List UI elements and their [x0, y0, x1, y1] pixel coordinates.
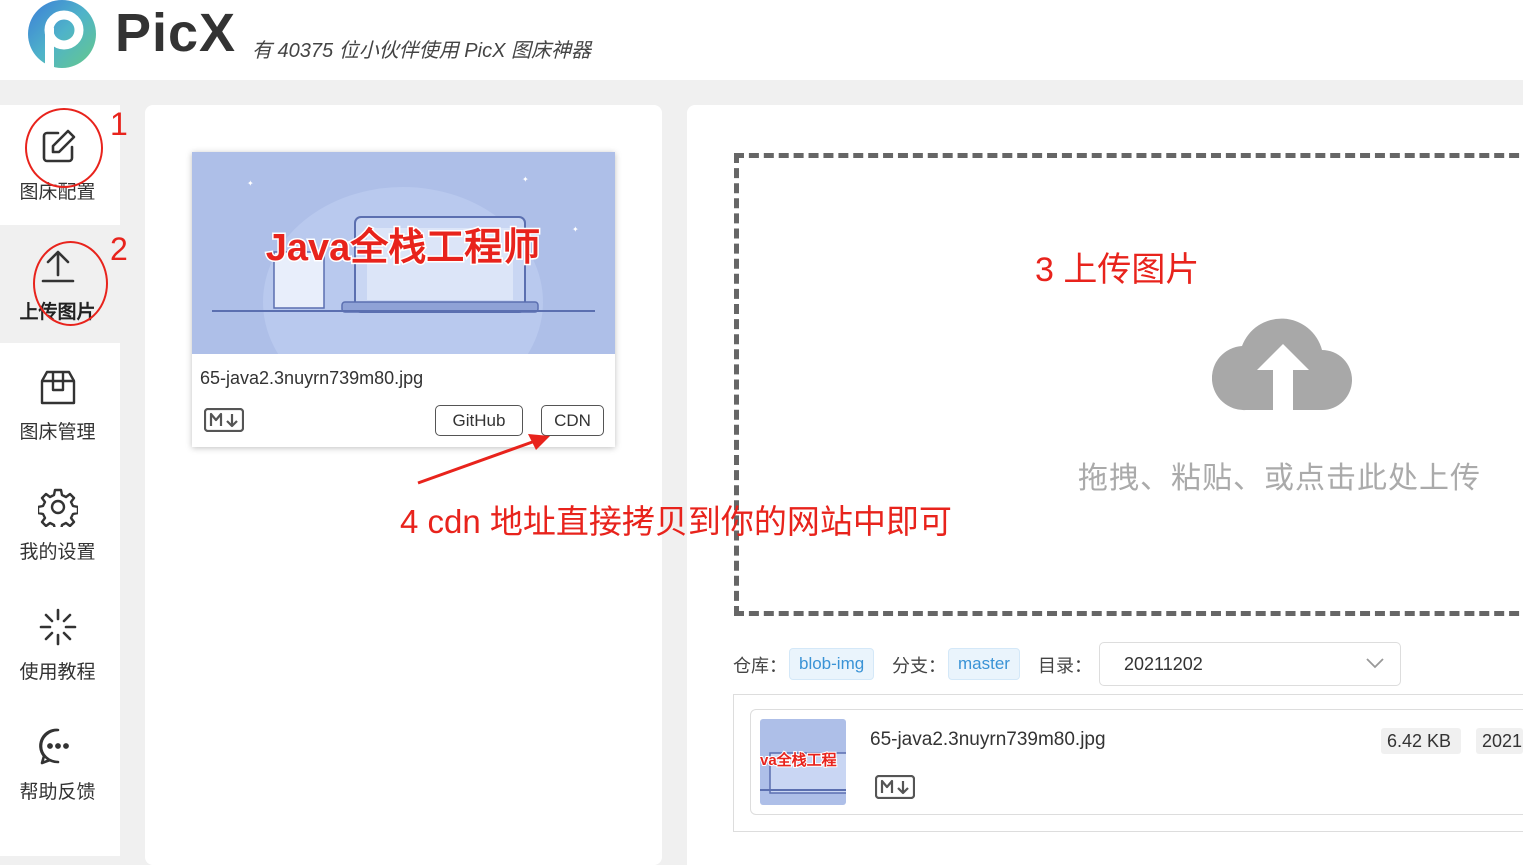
branch-label: 分支：	[892, 656, 946, 676]
picx-logo-icon[interactable]	[26, 0, 98, 70]
annotation-step-3: 3 上传图片	[1035, 251, 1200, 289]
list-item-date: 2021	[1476, 728, 1523, 754]
list-item-size: 6.42 KB	[1381, 728, 1461, 754]
sidebar-item-label: 帮助反馈	[19, 782, 96, 803]
annotation-arrow	[417, 434, 550, 485]
repo-label: 仓库：	[733, 656, 787, 676]
branch-tag: master	[948, 648, 1020, 680]
thumbnail-text: va全栈工程	[760, 751, 837, 769]
sidebar-item-imagebed-manage[interactable]: 图床管理	[0, 345, 120, 463]
list-item-thumbnail[interactable]: va全栈工程	[760, 719, 846, 805]
list-item	[750, 709, 1523, 815]
chat-bubble-icon	[39, 728, 69, 765]
sidebar: 图床配置 上传图片 图床管理 我的设置 使用教程 帮助反馈	[0, 105, 120, 856]
sidebar-item-tutorial[interactable]: 使用教程	[0, 585, 120, 703]
directory-value: 20211202	[1124, 654, 1203, 674]
sidebar-item-label: 使用教程	[19, 662, 96, 683]
list-item-filename: 65-java2.3nuyrn739m80.jpg	[870, 729, 1106, 750]
cloud-upload-icon	[1212, 318, 1352, 411]
svg-text:✦: ✦	[572, 225, 579, 234]
sidebar-item-settings[interactable]: 我的设置	[0, 465, 120, 583]
svg-text:✦: ✦	[522, 175, 529, 184]
dropzone-hint: 拖拽、粘贴、或点击此处上传	[1078, 462, 1481, 495]
uploaded-filename: 65-java2.3nuyrn739m80.jpg	[200, 368, 424, 388]
directory-label: 目录：	[1038, 656, 1092, 676]
annotation-circle-2	[33, 241, 108, 326]
sidebar-item-label: 我的设置	[19, 542, 96, 563]
svg-text:✦: ✦	[247, 179, 254, 188]
uploaded-image-preview[interactable]: ✦ ✦ ✦ Java全栈工程师	[192, 152, 615, 354]
annotation-number-2: 2	[110, 231, 128, 267]
upload-dropzone[interactable]	[734, 153, 1523, 616]
markdown-icon[interactable]	[875, 775, 915, 799]
package-icon	[40, 370, 76, 405]
annotation-number-1: 1	[110, 106, 128, 142]
markdown-icon[interactable]	[204, 408, 244, 432]
image-title-text: Java全栈工程师	[266, 226, 541, 269]
sidebar-item-help[interactable]: 帮助反馈	[0, 705, 120, 823]
sidebar-item-label: 图床管理	[19, 422, 96, 443]
repo-tag: blob-img	[789, 648, 875, 680]
uploaded-image-card: ✦ ✦ ✦ Java全栈工程师 65-java2.3nuyrn739m80.jp…	[192, 152, 615, 447]
directory-select[interactable]: 20211202	[1099, 642, 1401, 686]
tagline: 有 40375 位小伙伴使用 PicX 图床神器	[252, 40, 591, 62]
sparkle-icon	[39, 608, 77, 646]
annotation-step-4: 4 cdn 地址直接拷贝到你的网站中即可	[400, 503, 952, 540]
annotation-circle-1	[25, 108, 103, 188]
chevron-down-icon	[1366, 658, 1384, 669]
app-header: PicX 有 40375 位小伙伴使用 PicX 图床神器	[0, 0, 1523, 80]
brand-name: PicX	[115, 3, 237, 63]
gear-icon	[38, 488, 78, 527]
